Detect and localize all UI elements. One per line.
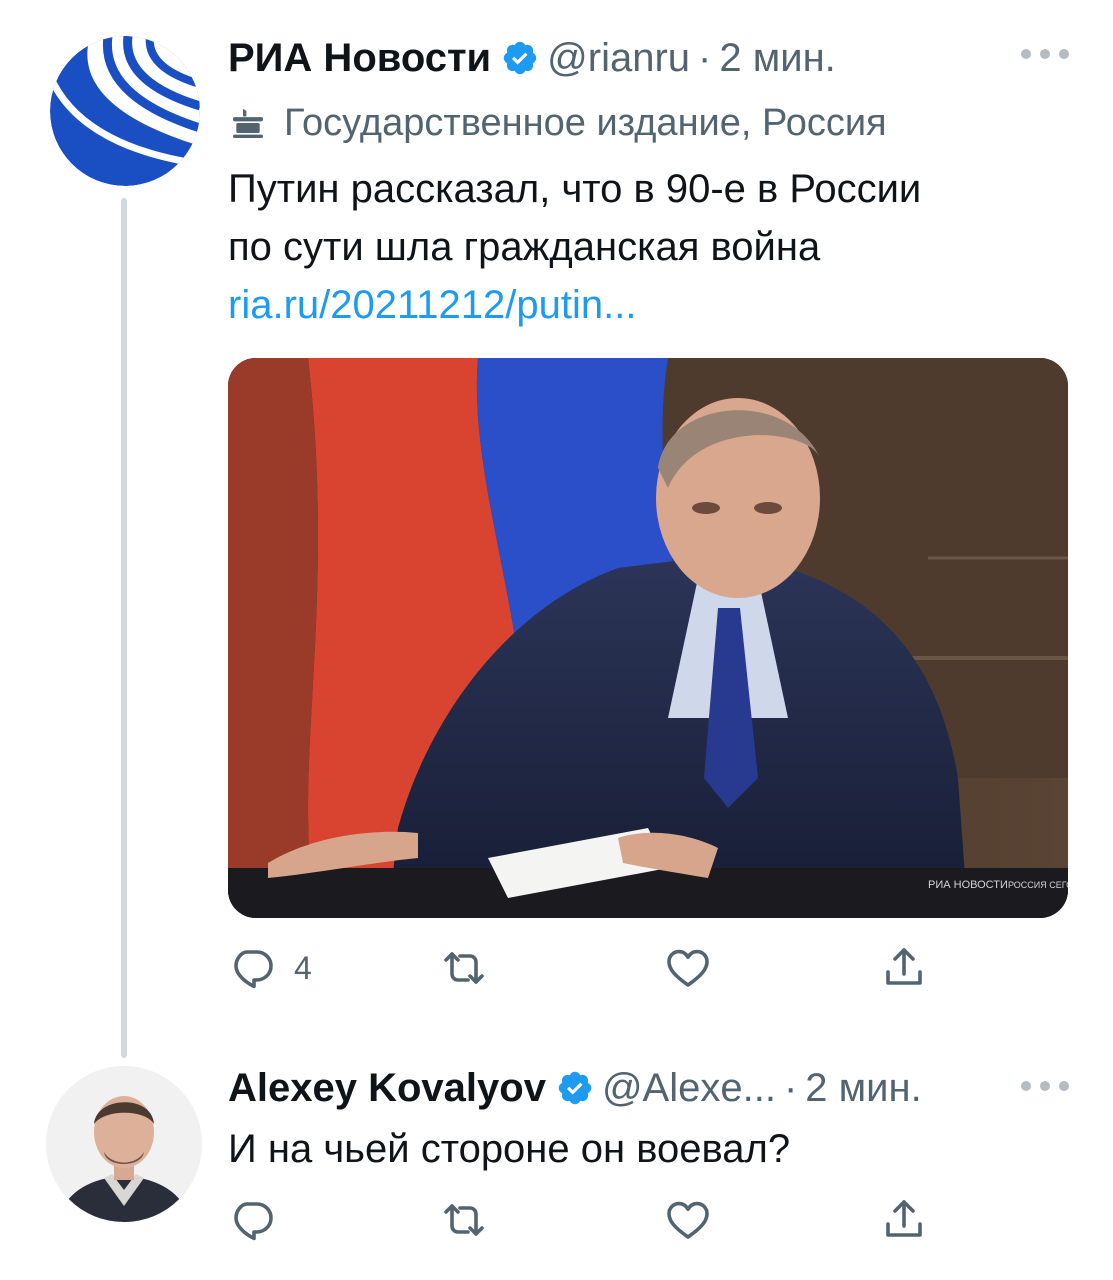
- government-building-icon: [233, 108, 263, 138]
- like-button[interactable]: [664, 1190, 730, 1250]
- reply-count: 4: [294, 949, 312, 986]
- verified-badge-icon: [503, 41, 537, 75]
- author-name[interactable]: РИА Новости: [228, 36, 491, 81]
- retweet-icon: [444, 1204, 484, 1236]
- author-handle[interactable]: @rianru: [547, 36, 690, 81]
- state-media-label[interactable]: Государственное издание, Россия: [228, 98, 887, 148]
- avatar[interactable]: [50, 36, 200, 186]
- timestamp[interactable]: 2 мин.: [719, 36, 835, 81]
- timestamp[interactable]: 2 мин.: [805, 1066, 921, 1111]
- tweet-actions: [228, 1190, 948, 1250]
- reply-button[interactable]: 4: [228, 938, 312, 998]
- ria-logo-icon: [50, 36, 200, 186]
- tweet-header: Alexey Kovalyov @Alexe... · 2 мин.: [228, 1058, 922, 1118]
- reply-button[interactable]: [228, 1190, 294, 1250]
- share-icon: [886, 1200, 922, 1237]
- heart-icon: [667, 1201, 709, 1239]
- media-watermark: РОССИЯ СЕГОДНЯ: [1008, 880, 1068, 890]
- tweet-text: И на чьей стороне он воевал?: [228, 1127, 791, 1171]
- state-media-label-text: Государственное издание, Россия: [284, 101, 887, 144]
- author-name[interactable]: Alexey Kovalyov: [228, 1066, 546, 1111]
- reply-icon: [234, 1202, 273, 1241]
- tweet-media-image[interactable]: РИА НОВОСТИ РОССИЯ СЕГОДНЯ: [228, 358, 1068, 918]
- tweet-link[interactable]: ria.ru/20211212/putin...: [228, 276, 1078, 334]
- tweet-text-line: Путин рассказал, что в 90-е в России: [228, 167, 922, 211]
- tweet-actions: 4: [228, 938, 948, 998]
- share-button[interactable]: [880, 938, 928, 998]
- more-dots-icon[interactable]: [1021, 1076, 1069, 1096]
- retweet-button[interactable]: [440, 1190, 506, 1250]
- heart-icon: [667, 949, 709, 987]
- retweet-button[interactable]: [440, 938, 506, 998]
- retweet-icon: [444, 952, 484, 984]
- separator: ·: [783, 1065, 798, 1110]
- tweet-text: Путин рассказал, что в 90-е в России по …: [228, 160, 1078, 334]
- media-watermark: РИА НОВОСТИ: [928, 879, 1008, 891]
- like-button[interactable]: [664, 938, 730, 998]
- photo-illustration: РИА НОВОСТИ РОССИЯ СЕГОДНЯ: [228, 358, 1068, 918]
- verified-badge-icon: [558, 1071, 592, 1105]
- reply-icon: [234, 950, 273, 989]
- share-icon: [886, 948, 922, 985]
- author-handle[interactable]: @Alexe...: [602, 1066, 776, 1111]
- person-photo-illustration: [46, 1066, 202, 1222]
- tweet-text-line: по сути шла гражданская война: [228, 225, 821, 269]
- thread-connector-line: [121, 198, 127, 1058]
- separator: ·: [698, 35, 712, 80]
- avatar[interactable]: [46, 1066, 202, 1222]
- share-button[interactable]: [880, 1190, 928, 1250]
- more-dots-icon[interactable]: [1021, 44, 1069, 64]
- tweet-header: РИА Новости @rianru · 2 мин.: [228, 28, 836, 88]
